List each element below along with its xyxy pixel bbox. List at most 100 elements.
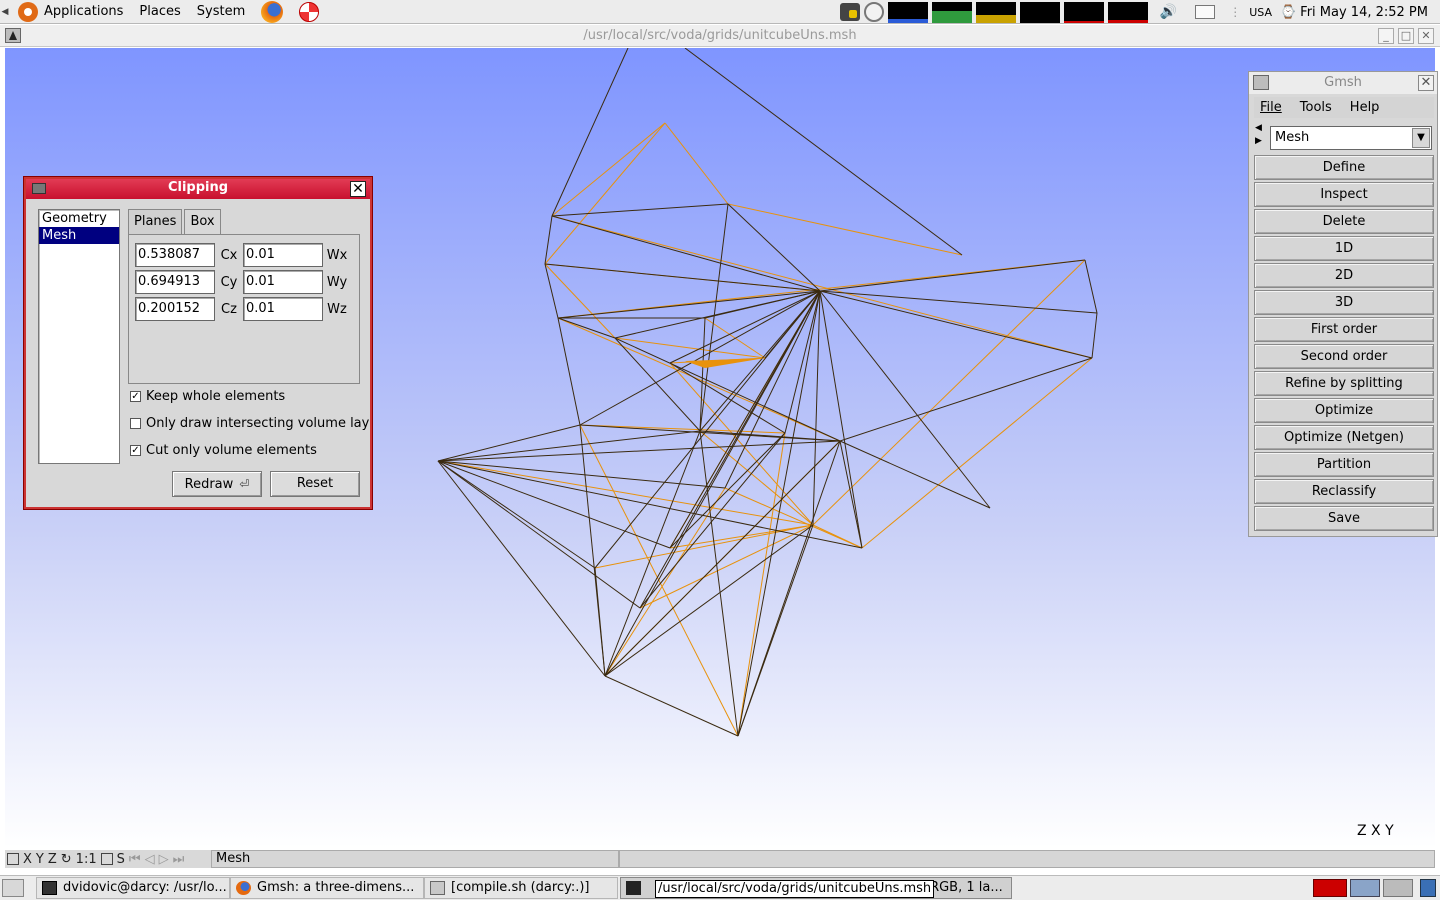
width-y-input[interactable]: 0.01 — [243, 270, 323, 294]
gmsh-menu-titlebar[interactable]: Gmsh ✕ — [1249, 72, 1437, 94]
view-x-button[interactable]: X — [23, 852, 32, 867]
firefox-launcher-icon[interactable] — [261, 0, 284, 23]
workspace-2-icon[interactable] — [1383, 879, 1413, 897]
projection-icon[interactable] — [100, 853, 113, 865]
ubuntu-logo-icon — [18, 1, 38, 22]
optimize-button[interactable]: Optimize — [1254, 398, 1434, 423]
box-tab-panel: 0.538087 Cx 0.01 Wx 0.694913 Cy 0.01 Wy … — [128, 234, 360, 384]
list-item-mesh[interactable]: Mesh — [39, 227, 119, 244]
taskbar-item-terminal[interactable]: dvidovic@darcy: /usr/lo... — [36, 877, 230, 899]
select-s-button[interactable]: S — [117, 852, 125, 867]
show-desktop-icon[interactable] — [2, 879, 24, 897]
close-icon[interactable]: ✕ — [350, 181, 366, 197]
inspect-button[interactable]: Inspect — [1254, 182, 1434, 207]
checkbox-mark-1[interactable]: ✓ — [130, 391, 141, 402]
taskbar-item-firefox[interactable]: Gmsh: a three-dimens... — [230, 877, 424, 899]
menu-help[interactable]: Help — [1350, 97, 1380, 118]
step-back-icon[interactable]: ◁ — [145, 852, 155, 867]
mesh-edge — [669, 524, 814, 549]
panel-left-arrow-icon[interactable]: ◀ — [0, 7, 10, 17]
menu-system[interactable]: System — [197, 4, 245, 19]
width-z-input[interactable]: 0.01 — [243, 297, 323, 321]
reset-button[interactable]: Reset — [270, 471, 360, 497]
keyboard-layout[interactable]: USA — [1249, 6, 1272, 19]
width-x-input[interactable]: 0.01 — [243, 243, 323, 267]
mesh-1d-button[interactable]: 1D — [1254, 236, 1434, 261]
network-monitor[interactable] — [975, 1, 1016, 23]
minimize-icon[interactable]: _ — [1378, 28, 1394, 44]
module-select[interactable]: Mesh ▼ — [1270, 126, 1432, 150]
volume-icon[interactable]: 🔊 — [1160, 4, 1177, 20]
power-icon[interactable] — [863, 2, 884, 22]
help-launcher-icon[interactable] — [299, 1, 320, 22]
rotate-icon[interactable]: ↻ — [61, 852, 72, 867]
mesh-edge — [604, 524, 814, 677]
redraw-button[interactable]: Redraw ⏎ — [172, 471, 262, 497]
mesh-edge — [669, 290, 821, 364]
view-grid-icon[interactable] — [7, 853, 19, 865]
rewind-icon[interactable]: ⏮ — [129, 852, 141, 867]
menu-applications[interactable]: Applications — [44, 4, 123, 19]
memory-monitor[interactable] — [931, 1, 972, 23]
load-monitor[interactable] — [1063, 1, 1104, 23]
nav-arrows-icon[interactable] — [1254, 123, 1270, 151]
step-forward-icon[interactable]: ⏭ — [173, 852, 185, 867]
menu-file[interactable]: File — [1260, 97, 1282, 118]
checkbox-mark-2[interactable] — [130, 418, 141, 429]
view-y-button[interactable]: Y — [36, 852, 44, 867]
mail-icon[interactable] — [1195, 5, 1216, 19]
close-icon[interactable]: ✕ — [1418, 28, 1434, 44]
scale-1-1-button[interactable]: 1:1 — [76, 852, 97, 867]
swap-monitor[interactable] — [1019, 1, 1060, 23]
mesh-edge — [664, 122, 729, 205]
gmsh-tray-icon[interactable] — [1313, 879, 1347, 897]
save-button[interactable]: Save — [1254, 506, 1434, 531]
second-order-button[interactable]: Second order — [1254, 344, 1434, 369]
cpu-monitor[interactable] — [887, 1, 928, 23]
only-intersecting-checkbox[interactable]: Only draw intersecting volume lay — [130, 416, 369, 431]
clock[interactable]: Fri May 14, 2:52 PM — [1300, 5, 1428, 20]
refine-button[interactable]: Refine by splitting — [1254, 371, 1434, 396]
clip-target-list[interactable]: Geometry Mesh — [38, 209, 120, 464]
clipping-dialog: Clipping ✕ Geometry Mesh Planes Box 0.53… — [24, 177, 372, 509]
list-item-geometry[interactable]: Geometry — [39, 210, 119, 227]
center-x-input[interactable]: 0.538087 — [135, 243, 215, 267]
cut-volume-checkbox[interactable]: ✓ Cut only volume elements — [130, 443, 317, 458]
mesh-edge — [551, 48, 629, 217]
tooltip: /usr/local/src/voda/grids/unitcubeUns.ms… — [655, 880, 935, 898]
mesh-edge — [812, 290, 821, 526]
checkbox-mark-3[interactable]: ✓ — [130, 445, 141, 456]
play-icon[interactable]: ▷ — [159, 852, 169, 867]
tab-planes[interactable]: Planes — [128, 209, 183, 235]
module-selector: Mesh ▼ — [1254, 123, 1434, 152]
delete-button[interactable]: Delete — [1254, 209, 1434, 234]
maximize-icon[interactable]: □ — [1398, 28, 1414, 44]
clipping-titlebar[interactable]: Clipping ✕ — [26, 179, 370, 199]
disk-monitor[interactable] — [1107, 1, 1148, 23]
reclassify-button[interactable]: Reclassify — [1254, 479, 1434, 504]
view-z-button[interactable]: Z — [48, 852, 57, 867]
center-z-input[interactable]: 0.200152 — [135, 297, 215, 321]
mesh-edge — [437, 430, 701, 462]
menu-places[interactable]: Places — [139, 4, 180, 19]
mesh-edge — [1084, 259, 1098, 314]
define-button[interactable]: Define — [1254, 155, 1434, 180]
partition-button[interactable]: Partition — [1254, 452, 1434, 477]
chevron-down-icon[interactable]: ▼ — [1412, 128, 1430, 148]
close-icon[interactable]: ✕ — [1418, 75, 1434, 91]
optimize-netgen-button[interactable]: Optimize (Netgen) — [1254, 425, 1434, 450]
main-titlebar[interactable]: /usr/local/src/voda/grids/unitcubeUns.ms… — [0, 25, 1440, 47]
gmsh-menubar: File Tools Help — [1254, 97, 1434, 118]
mesh-3d-button[interactable]: 3D — [1254, 290, 1434, 315]
first-order-button[interactable]: First order — [1254, 317, 1434, 342]
tab-box[interactable]: Box — [184, 209, 221, 235]
clipping-title: Clipping — [167, 180, 229, 195]
keep-whole-elements-checkbox[interactable]: ✓ Keep whole elements — [130, 389, 285, 404]
workspace-1-icon[interactable] — [1350, 879, 1380, 897]
trash-icon[interactable] — [1420, 879, 1436, 897]
taskbar-item-compile[interactable]: [compile.sh (darcy:.)] — [424, 877, 618, 899]
center-y-input[interactable]: 0.694913 — [135, 270, 215, 294]
lock-screen-icon[interactable] — [839, 3, 860, 21]
mesh-2d-button[interactable]: 2D — [1254, 263, 1434, 288]
menu-tools[interactable]: Tools — [1300, 97, 1332, 118]
